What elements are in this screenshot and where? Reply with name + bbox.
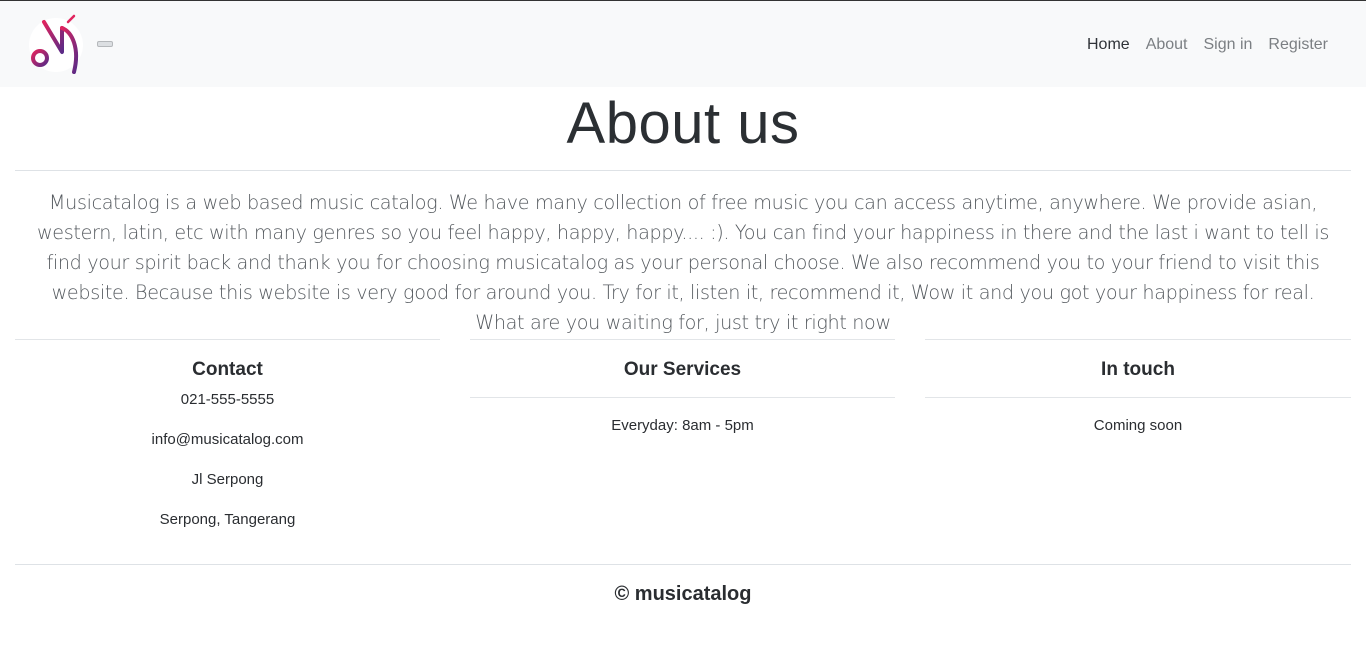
services-hours: Everyday: 8am - 5pm bbox=[611, 417, 754, 434]
contact-email: info@musicatalog.com bbox=[151, 431, 304, 448]
nav-signin-link[interactable]: Sign in bbox=[1204, 35, 1253, 55]
footer-copyright: © musicatalog bbox=[614, 583, 752, 605]
page-title: About us bbox=[566, 91, 800, 156]
contact-city: Serpong, Tangerang bbox=[159, 511, 296, 528]
in-touch-section: In touch Coming soon bbox=[925, 339, 1351, 539]
contact-heading: Contact bbox=[192, 359, 263, 380]
nav-home-link[interactable]: Home bbox=[1087, 35, 1130, 55]
contact-section: Contact 021-555-5555 info@musicatalog.co… bbox=[15, 339, 440, 539]
touch-heading: In touch bbox=[1101, 359, 1175, 380]
touch-top-divider bbox=[925, 339, 1351, 340]
menu-toggle-icon[interactable] bbox=[97, 41, 113, 47]
services-heading: Our Services bbox=[623, 359, 742, 380]
contact-list: 021-555-5555 info@musicatalog.com Jl Ser… bbox=[15, 390, 440, 530]
touch-heading-divider bbox=[925, 397, 1351, 398]
nav-register-link[interactable]: Register bbox=[1268, 35, 1328, 55]
nav-links: Home About Sign in Register bbox=[1087, 35, 1328, 55]
touch-text: Coming soon bbox=[1093, 417, 1183, 434]
services-section: Our Services Everyday: 8am - 5pm bbox=[470, 339, 895, 539]
contact-street: Jl Serpong bbox=[191, 471, 264, 488]
footer-divider bbox=[15, 564, 1351, 565]
brand-logo-link[interactable] bbox=[28, 14, 84, 76]
title-divider bbox=[15, 170, 1351, 171]
services-top-divider bbox=[470, 339, 895, 340]
about-description: Musicatalog is a web based music catalog… bbox=[36, 191, 1330, 334]
musicatalog-logo-icon bbox=[28, 14, 84, 76]
services-heading-divider bbox=[470, 397, 895, 398]
contact-top-divider bbox=[15, 339, 440, 340]
navbar: Home About Sign in Register bbox=[0, 1, 1366, 87]
contact-phone: 021-555-5555 bbox=[180, 391, 275, 408]
nav-about-link[interactable]: About bbox=[1146, 35, 1188, 55]
